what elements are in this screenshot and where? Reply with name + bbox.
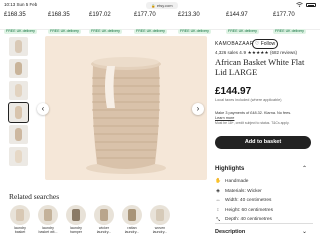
add-to-basket-button[interactable]: Add to basket (215, 136, 311, 149)
delivery-badge: FREE UK delivery (226, 28, 259, 34)
strip-price: £144.97 (226, 12, 248, 18)
strip-item[interactable]: £177.70 FREE UK delivery (134, 12, 180, 37)
battery-icon (306, 3, 316, 7)
tax-note: Local taxes included (where applicable) (215, 98, 282, 102)
strip-item[interactable]: £144.97 FREE UK delivery (226, 12, 272, 37)
ruler-icon: ↔ (215, 198, 221, 204)
thumbnail[interactable] (9, 147, 28, 166)
strip-price: £197.02 (89, 12, 111, 18)
next-image-button[interactable]: › (192, 103, 204, 115)
related-search-image (38, 205, 58, 225)
strip-item[interactable]: £168.35 FREE UK delivery (4, 12, 50, 37)
related-search-image (122, 205, 142, 225)
related-search-image (10, 205, 30, 225)
hand-icon: ✋ (215, 179, 221, 185)
strip-price: £168.35 (48, 12, 70, 18)
recommended-price-strip: £168.35 FREE UK delivery £168.35 FREE UK… (0, 11, 320, 34)
star-rating: 4.9 ★★★★★ (239, 50, 269, 55)
product-image[interactable] (45, 36, 207, 180)
thumbnail[interactable] (9, 59, 28, 78)
related-search-chip[interactable]: laundry hamper (65, 205, 87, 234)
delivery-badge: FREE UK delivery (273, 28, 306, 34)
strip-item[interactable]: £213.30 FREE UK delivery (178, 12, 224, 37)
status-time: 10:13 Sun 5 Feb (4, 2, 38, 7)
address-bar[interactable]: 🔒 etsy.com (146, 1, 178, 9)
status-icons (296, 2, 316, 8)
related-search-chip[interactable]: rattan laundry... (121, 205, 143, 234)
wifi-icon (296, 2, 303, 8)
highlight-item: ◈ Materials: Wicker (216, 188, 262, 194)
material-icon: ◈ (216, 188, 220, 194)
related-search-chip[interactable]: laundry basket wit... (37, 205, 59, 234)
highlights-list: ✋ Handmade ◈ Materials: Wicker ↔ Width: 40 … (215, 177, 273, 225)
follow-button[interactable]: ♡ Follow (252, 39, 278, 49)
klarna-info: Make 3 payments of £48.32. Klarna. No fe… (215, 111, 292, 125)
previous-image-button[interactable]: ‹ (37, 103, 49, 115)
related-search-image (66, 205, 86, 225)
thumbnail[interactable] (9, 37, 28, 56)
strip-price: £213.30 (178, 12, 200, 18)
divider (215, 223, 313, 224)
delivery-badge: FREE UK delivery (89, 28, 122, 34)
related-search-image (150, 205, 170, 225)
image-thumbnails (8, 37, 29, 169)
product-title: African Basket White Flat Lid LARGE (215, 57, 305, 77)
status-bar: 10:13 Sun 5 Feb 🔒 etsy.com (0, 0, 320, 11)
chevron-right-icon: › (196, 104, 200, 113)
delivery-badge: FREE UK delivery (4, 28, 37, 34)
review-count[interactable]: (682 reviews) (270, 50, 297, 55)
strip-price: £177.70 (273, 12, 295, 18)
highlight-item: ↕ Height: 60 centimetres (216, 207, 273, 213)
description-heading[interactable]: Description (215, 229, 245, 235)
lock-icon: 🔒 (151, 3, 156, 8)
highlights-heading[interactable]: Highlights (215, 166, 244, 172)
delivery-badge: FREE UK delivery (134, 28, 167, 34)
chevron-down-icon[interactable]: ⌄ (302, 228, 307, 235)
related-search-chip[interactable]: woven laundry... (149, 205, 171, 234)
chevron-up-icon[interactable]: ⌃ (302, 165, 307, 172)
highlight-item: ✋ Handmade (215, 179, 249, 185)
delivery-badge: FREE UK delivery (48, 28, 81, 34)
learn-more-link[interactable]: Learn more (215, 116, 234, 120)
related-search-chip[interactable]: laundry basket (9, 205, 31, 234)
ruler-icon: ⤡ (216, 217, 220, 223)
delivery-badge: FREE UK delivery (178, 28, 211, 34)
strip-item[interactable]: £197.02 FREE UK delivery (89, 12, 135, 37)
related-search-chip[interactable]: wicker laundry... (93, 205, 115, 234)
thumbnail[interactable] (9, 81, 28, 100)
chevron-left-icon: ‹ (41, 104, 45, 113)
heart-icon: ♡ (254, 41, 260, 47)
related-searches-heading: Related searches (9, 192, 60, 201)
thumbnail-selected[interactable] (8, 102, 29, 123)
ruler-icon: ↕ (216, 207, 220, 213)
thumbnail[interactable] (9, 125, 28, 144)
strip-item[interactable]: £177.70 FREE UK delivery (273, 12, 319, 37)
strip-item[interactable]: £168.35 FREE UK delivery (48, 12, 94, 37)
highlight-item: ↔ Width: 40 centimetres (215, 198, 272, 204)
product-price: £144.97 (215, 86, 252, 97)
strip-price: £177.70 (134, 12, 156, 18)
strip-price: £168.35 (4, 12, 26, 18)
basket-illustration (86, 57, 166, 174)
related-searches: laundry basket laundry basket wit... lau… (9, 205, 171, 234)
related-search-image (94, 205, 114, 225)
shop-rating: 4,326 sales 4.9 ★★★★★ (682 reviews) (215, 50, 298, 55)
shop-name[interactable]: KAMOBAZAAR (215, 41, 254, 47)
